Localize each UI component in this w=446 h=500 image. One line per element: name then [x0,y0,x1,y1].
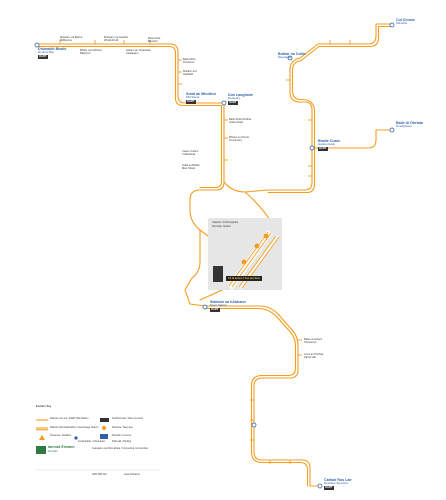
station-subname: Harbourtown [318,142,336,146]
legend-web: www.irishrail.ie [124,473,140,476]
legend-row-label: Stáisiún na Líne / DART Rail Station [50,417,89,420]
panel-title: Stáisiún Ui Dhonghaile [212,221,239,224]
station-subname: Dunleary [228,96,241,100]
legend-phone: 1850 366 222 [92,473,107,476]
legend-title: Eochair / Key [36,405,52,408]
legend-row-note: Dréimire / Step-free [112,426,133,429]
legend-row-label: Áiseanna / Facilities [50,434,72,437]
station-subname: Main Street [182,167,196,170]
station-subname: Mill Street [186,95,200,99]
station-subname: River Station [210,303,228,307]
station-subname: Banchor [148,40,158,43]
station-subname: Windmill Hill [104,39,119,42]
station-subname: Dunlow Bay [38,50,55,54]
brand-logo: Iarnród Éireann [48,445,75,449]
legend: Eochair / Key Stáisiún na Líne / DART Ra… [30,402,162,484]
station-subname: Millbourne [60,39,72,42]
brand-sub: Irish Rail [48,449,58,453]
station-subname: Parish Hill [304,356,316,359]
station-subname: Cullenhead [182,153,196,156]
station-subname: Dunstown [183,61,195,64]
dart-badge: DART [324,485,334,490]
station-subname: Ballyriver [80,52,91,55]
legend-row-note: Seirbhísí eile / Other services [112,417,144,420]
station-subname: Stonetown [304,341,317,344]
station-subname: Gradystown [396,124,413,128]
legend-row-label: Ionad Eolais / Information [78,440,106,443]
panel-subtitle: Donnelly Station [212,225,231,228]
dart-badge: DART [228,100,238,105]
dart-badge: DART [38,54,48,59]
station-subname: Rosslare Europort [324,481,349,485]
station-subname: Ardee Road [229,121,243,124]
station-subname: Woodway [278,55,292,59]
station-subname: Knockmary [229,139,242,142]
station-subname: Kilknock [396,21,408,25]
dart-badge: DART [210,307,220,312]
legend-row-note: Páirceáil / Parking [112,440,132,443]
dart-badge: DART [318,146,328,151]
dart-badge: DART [186,99,196,104]
legend-row-note: Rochtain / Access [112,434,132,437]
station-subname: Castleglen [126,52,139,55]
legend-row-label: Stáisiún Idirmhalartaithe / Interchange … [50,426,99,429]
station-subname: Highfield [183,73,194,76]
legend-tagline: Ceangal le seirbhísí áitiúla / Connectin… [92,447,149,450]
you-are-here-badge: Tá tú anseo / You are here [226,276,263,281]
station-ticks [59,40,351,464]
